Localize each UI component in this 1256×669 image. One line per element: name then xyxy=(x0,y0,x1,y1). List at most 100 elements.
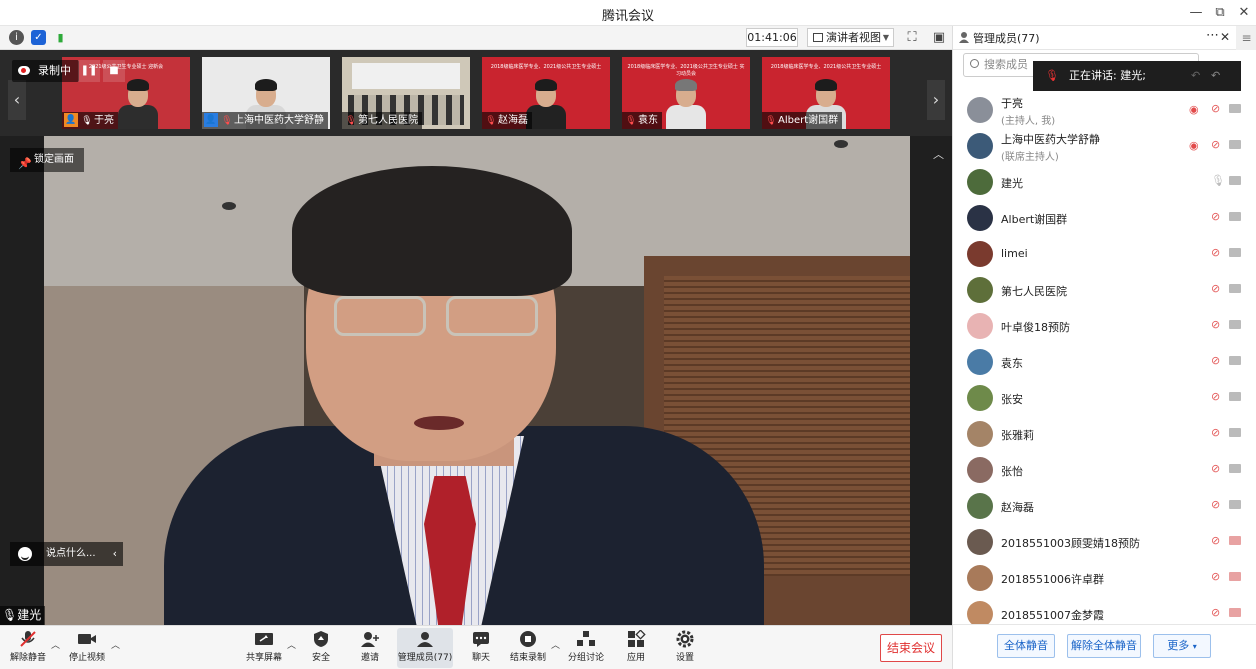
mic-icon[interactable]: 🎙 xyxy=(1211,174,1225,187)
close-panel-icon[interactable]: ✕ xyxy=(1220,30,1230,44)
manage-members-button[interactable]: 管理成员(77) xyxy=(397,628,453,668)
emoji-icon[interactable] xyxy=(18,547,32,561)
member-row[interactable]: Albert谢国群 ⊘ xyxy=(953,200,1256,236)
share-options-icon[interactable]: ︿ xyxy=(287,638,296,651)
thumbnail-albert[interactable]: 2018级临床医学专业、2021级公共卫生专业硕士 🎙Albert谢国群 xyxy=(762,57,890,129)
member-row[interactable]: 第七人民医院 ⊘ xyxy=(953,272,1256,308)
quick-chat-input[interactable]: 说点什么... ‹ xyxy=(10,542,123,566)
end-meeting-button[interactable]: 结束会议 xyxy=(880,634,942,662)
thumb-prev-icon[interactable]: ‹ xyxy=(8,80,26,120)
member-row[interactable]: 2018551003顾雯婧18预防 ⊘ xyxy=(953,524,1256,560)
camera-icon[interactable] xyxy=(1229,212,1241,221)
member-row[interactable]: 2018551006许卓群 ⊘ xyxy=(953,560,1256,596)
invite-button[interactable]: 邀请 xyxy=(355,628,385,668)
member-row[interactable]: 张怡 ⊘ xyxy=(953,452,1256,488)
mic-muted-icon: 🎙 xyxy=(485,116,497,126)
thumbnail-zhaohailei[interactable]: 2018级临床医学专业、2021级公共卫生专业硕士 🎙赵海磊 xyxy=(482,57,610,129)
camera-icon[interactable] xyxy=(1229,464,1241,473)
member-row[interactable]: limei ⊘ xyxy=(953,236,1256,272)
shield-icon[interactable]: ✓ xyxy=(31,30,46,45)
audio-options-icon[interactable]: ︿ xyxy=(51,638,60,651)
apps-button[interactable]: 应用 xyxy=(621,628,651,668)
thumbnail-yuandong[interactable]: 2018级临床医学专业、2021级公共卫生专业硕士 实习动员会 🎙袁东 xyxy=(622,57,750,129)
mic-muted-icon[interactable]: ⊘ xyxy=(1211,210,1220,223)
mic-muted-icon[interactable]: ⊘ xyxy=(1211,534,1220,547)
participant-name: 第七人民医院 xyxy=(358,115,418,126)
unmute-all-button[interactable]: 解除全体静音 xyxy=(1067,634,1141,658)
member-row[interactable]: 张安 ⊘ xyxy=(953,380,1256,416)
mic-muted-icon[interactable]: ⊘ xyxy=(1211,282,1220,295)
mic-muted-icon[interactable]: ⊘ xyxy=(1211,354,1220,367)
mic-muted-icon[interactable]: ⊘ xyxy=(1211,102,1220,115)
camera-icon[interactable] xyxy=(1229,320,1241,329)
member-row[interactable]: 于亮 (主持人, 我) ◉ ⊘ xyxy=(953,92,1256,128)
chat-button[interactable]: 聊天 xyxy=(466,628,496,668)
camera-icon[interactable] xyxy=(1229,140,1241,149)
record-options-icon[interactable]: ︿ xyxy=(551,638,560,651)
unmute-button[interactable]: 解除静音 xyxy=(8,628,48,668)
thumbnail-shujing[interactable]: 👤 🎙上海中医药大学舒静 xyxy=(202,57,330,129)
member-row[interactable]: 袁东 ⊘ xyxy=(953,344,1256,380)
mic-muted-icon[interactable]: ⊘ xyxy=(1211,498,1220,511)
apps-label: 应用 xyxy=(626,653,645,663)
camera-icon[interactable] xyxy=(1229,176,1241,185)
stop-video-button[interactable]: 停止视频 xyxy=(66,628,108,668)
ceiling-lamp xyxy=(222,202,236,210)
thumb-next-icon[interactable]: › xyxy=(927,80,945,120)
mic-muted-icon[interactable]: ⊘ xyxy=(1211,246,1220,259)
fullscreen-icon[interactable]: ⛶ xyxy=(903,29,921,47)
camera-icon[interactable] xyxy=(1229,608,1241,617)
camera-icon[interactable] xyxy=(1229,284,1241,293)
meeting-topbar: i ✓ ▮ 01:41:06 演讲者视图 ▼ ⛶ ▣ xyxy=(0,26,952,50)
video-options-icon[interactable]: ︿ xyxy=(111,638,120,651)
avatar xyxy=(967,349,993,375)
mute-all-button[interactable]: 全体静音 xyxy=(997,634,1055,658)
thumb-label: 🎙第七人民医院 xyxy=(342,112,422,129)
settings-label: 设置 xyxy=(675,653,694,663)
member-row[interactable]: 张雅莉 ⊘ xyxy=(953,416,1256,452)
stop-record-icon[interactable]: ■ xyxy=(103,60,125,82)
view-mode-select[interactable]: 演讲者视图 ▼ xyxy=(807,28,894,47)
breakout-button[interactable]: 分组讨论 xyxy=(566,628,606,668)
minimize-icon[interactable]: — xyxy=(1185,3,1207,23)
mic-muted-icon[interactable]: ⊘ xyxy=(1211,390,1220,403)
signal-icon[interactable]: ▮ xyxy=(53,30,68,45)
restore-icon[interactable]: ⧉ xyxy=(1209,3,1231,23)
sidebar-toggle-icon[interactable]: ▣ xyxy=(930,29,948,47)
member-row[interactable]: 建光 🎙 xyxy=(953,164,1256,200)
close-window-icon[interactable]: ✕ xyxy=(1233,3,1255,23)
mic-muted-icon[interactable]: ⊘ xyxy=(1211,426,1220,439)
chevron-left-icon[interactable]: ‹ xyxy=(113,542,117,566)
pause-record-icon[interactable]: ❚❚ xyxy=(78,60,100,82)
more-options-icon[interactable]: ⋯ xyxy=(1206,28,1219,43)
camera-icon[interactable] xyxy=(1229,572,1241,581)
camera-icon[interactable] xyxy=(1229,428,1241,437)
camera-icon[interactable] xyxy=(1229,104,1241,113)
reply-all-icon[interactable]: ↶ xyxy=(1211,61,1220,91)
thumbnail-seventh-hospital[interactable]: 🎙第七人民医院 xyxy=(342,57,470,129)
mic-muted-icon[interactable]: ⊘ xyxy=(1211,570,1220,583)
camera-icon[interactable] xyxy=(1229,392,1241,401)
member-row[interactable]: 赵海磊 ⊘ xyxy=(953,488,1256,524)
mic-muted-icon[interactable]: ⊘ xyxy=(1211,318,1220,331)
share-screen-button[interactable]: 共享屏幕 xyxy=(244,628,284,668)
info-icon[interactable]: i xyxy=(9,30,24,45)
end-record-button[interactable]: 结束录制 xyxy=(508,628,548,668)
camera-icon[interactable] xyxy=(1229,248,1241,257)
panel-menu-icon[interactable]: ≡ xyxy=(1236,26,1256,50)
mic-muted-icon[interactable]: ⊘ xyxy=(1211,462,1220,475)
camera-icon[interactable] xyxy=(1229,536,1241,545)
member-row[interactable]: 叶卓俊18预防 ⊘ xyxy=(953,308,1256,344)
eye-icon: ◉ xyxy=(1189,139,1199,152)
collapse-thumbs-icon[interactable]: ︿ xyxy=(933,146,944,162)
camera-icon[interactable] xyxy=(1229,500,1241,509)
security-button[interactable]: 安全 xyxy=(306,628,336,668)
settings-button[interactable]: 设置 xyxy=(670,628,700,668)
member-row[interactable]: 上海中医药大学舒静 (联席主持人) ◉ ⊘ xyxy=(953,128,1256,164)
reply-icon[interactable]: ↶ xyxy=(1191,61,1200,91)
more-button[interactable]: 更多 ▾ xyxy=(1153,634,1211,658)
lock-view-button[interactable]: 📌 锁定画面 xyxy=(10,148,84,172)
mic-muted-icon[interactable]: ⊘ xyxy=(1211,138,1220,151)
mic-muted-icon[interactable]: ⊘ xyxy=(1211,606,1220,619)
camera-icon[interactable] xyxy=(1229,356,1241,365)
